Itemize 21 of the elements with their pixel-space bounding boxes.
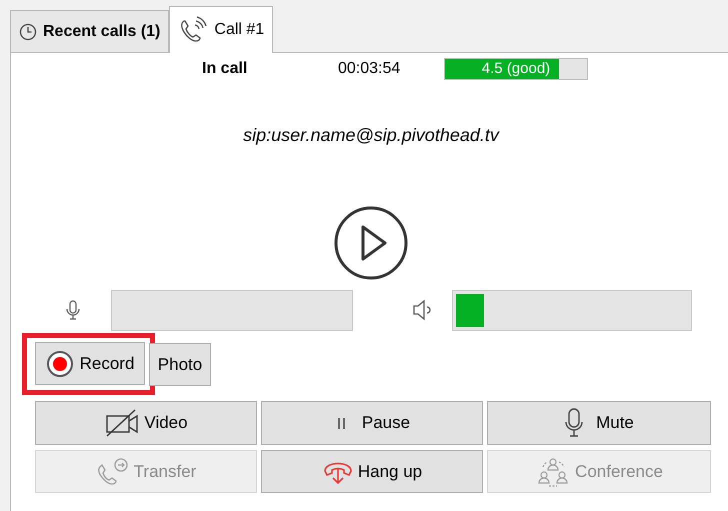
quality-label: 4.5 (good) <box>482 59 550 79</box>
call-status: In call <box>202 59 248 79</box>
call-button[interactable]: Mute <box>487 401 711 445</box>
camera-off-icon <box>104 409 140 437</box>
call-button[interactable]: Hang up <box>261 450 483 493</box>
record-icon <box>46 350 74 378</box>
phone-transfer-icon <box>96 456 130 486</box>
photo-button[interactable]: Photo <box>149 343 211 386</box>
call-button[interactable]: Video <box>35 401 257 445</box>
sip-address: sip:user.name@sip.pivothead.tv <box>243 125 499 145</box>
record-button[interactable]: Record <box>35 342 145 385</box>
call-button[interactable]: Pause <box>261 401 483 445</box>
clock-icon <box>19 22 37 40</box>
microphone-icon <box>564 408 584 438</box>
tab[interactable]: Call #1 <box>169 6 274 53</box>
microphone-icon <box>65 300 81 320</box>
speaker-icon <box>412 299 432 321</box>
call-duration: 00:03:54 <box>338 59 402 79</box>
tab[interactable]: Recent calls (1) <box>10 10 170 52</box>
play-icon[interactable] <box>333 205 409 281</box>
phone-icon <box>178 16 208 44</box>
